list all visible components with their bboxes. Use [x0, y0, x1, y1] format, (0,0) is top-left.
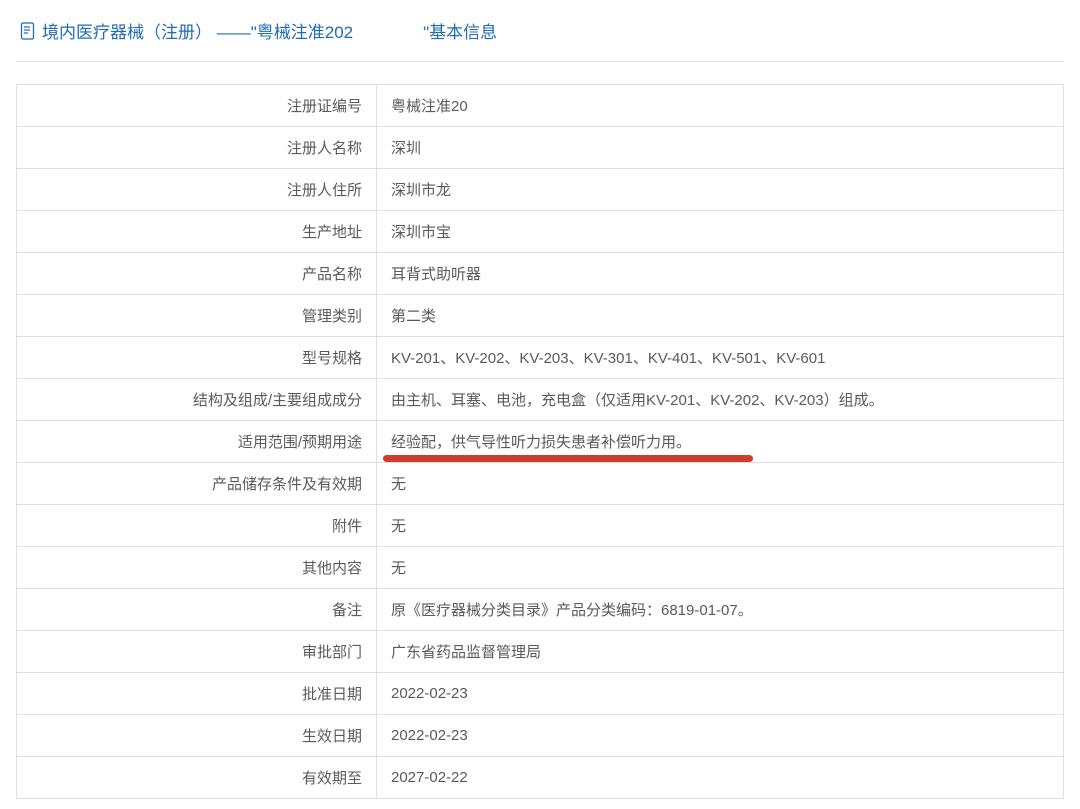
table-row: 产品储存条件及有效期无	[17, 463, 1064, 505]
row-label: 生产地址	[17, 211, 377, 253]
header-title: 境内医疗器械（注册） ——"粤械注准202 "基本信息	[42, 18, 497, 43]
info-table-container: 注册证编号粤械注准20注册人名称深圳注册人住所深圳市龙生产地址深圳市宝产品名称耳…	[16, 84, 1064, 799]
row-value: 原《医疗器械分类目录》产品分类编码：6819-01-07。	[377, 589, 1064, 631]
table-row: 有效期至2027-02-22	[17, 757, 1064, 799]
table-row: 型号规格KV-201、KV-202、KV-203、KV-301、KV-401、K…	[17, 337, 1064, 379]
row-value: 2022-02-23	[377, 715, 1064, 757]
row-value: 无	[377, 547, 1064, 589]
row-label: 注册人住所	[17, 169, 377, 211]
table-row: 结构及组成/主要组成成分由主机、耳塞、电池，充电盒（仅适用KV-201、KV-2…	[17, 379, 1064, 421]
row-value: 2027-02-22	[377, 757, 1064, 799]
table-row: 注册证编号粤械注准20	[17, 85, 1064, 127]
row-label: 附件	[17, 505, 377, 547]
page-header: 境内医疗器械（注册） ——"粤械注准202 "基本信息	[16, 10, 1064, 62]
table-row: 生产地址深圳市宝	[17, 211, 1064, 253]
row-label: 型号规格	[17, 337, 377, 379]
row-label: 产品名称	[17, 253, 377, 295]
row-label: 批准日期	[17, 673, 377, 715]
table-row: 产品名称耳背式助听器	[17, 253, 1064, 295]
row-value: 2022-02-23	[377, 673, 1064, 715]
document-icon	[20, 22, 36, 40]
row-label: 注册证编号	[17, 85, 377, 127]
row-value: 无	[377, 463, 1064, 505]
row-label: 备注	[17, 589, 377, 631]
row-label: 产品储存条件及有效期	[17, 463, 377, 505]
header-suffix: "基本信息	[423, 23, 497, 42]
table-row: 管理类别第二类	[17, 295, 1064, 337]
row-label: 结构及组成/主要组成成分	[17, 379, 377, 421]
row-value: KV-201、KV-202、KV-203、KV-301、KV-401、KV-50…	[377, 337, 1064, 379]
table-row: 批准日期2022-02-23	[17, 673, 1064, 715]
row-label: 审批部门	[17, 631, 377, 673]
table-row: 其他内容无	[17, 547, 1064, 589]
table-row: 注册人住所深圳市龙	[17, 169, 1064, 211]
table-row: 备注原《医疗器械分类目录》产品分类编码：6819-01-07。	[17, 589, 1064, 631]
row-value: 深圳	[377, 127, 1064, 169]
table-row: 生效日期2022-02-23	[17, 715, 1064, 757]
row-value: 粤械注准20	[377, 85, 1064, 127]
row-label: 其他内容	[17, 547, 377, 589]
row-value: 无	[377, 505, 1064, 547]
header-docno: 粤械注准202	[257, 23, 353, 42]
row-label: 适用范围/预期用途	[17, 421, 377, 463]
table-row: 审批部门广东省药品监督管理局	[17, 631, 1064, 673]
row-value: 经验配，供气导性听力损失患者补偿听力用。	[377, 421, 1064, 463]
header-prefix: 境内医疗器械（注册） ——"	[42, 23, 257, 42]
row-value: 由主机、耳塞、电池，充电盒（仅适用KV-201、KV-202、KV-203）组成…	[377, 379, 1064, 421]
row-value: 耳背式助听器	[377, 253, 1064, 295]
row-value: 深圳市宝	[377, 211, 1064, 253]
row-value: 深圳市龙	[377, 169, 1064, 211]
row-value: 广东省药品监督管理局	[377, 631, 1064, 673]
row-label: 生效日期	[17, 715, 377, 757]
row-label: 有效期至	[17, 757, 377, 799]
row-label: 管理类别	[17, 295, 377, 337]
row-value: 第二类	[377, 295, 1064, 337]
table-row: 适用范围/预期用途经验配，供气导性听力损失患者补偿听力用。	[17, 421, 1064, 463]
info-table: 注册证编号粤械注准20注册人名称深圳注册人住所深圳市龙生产地址深圳市宝产品名称耳…	[16, 84, 1064, 799]
row-label: 注册人名称	[17, 127, 377, 169]
table-row: 注册人名称深圳	[17, 127, 1064, 169]
table-row: 附件无	[17, 505, 1064, 547]
